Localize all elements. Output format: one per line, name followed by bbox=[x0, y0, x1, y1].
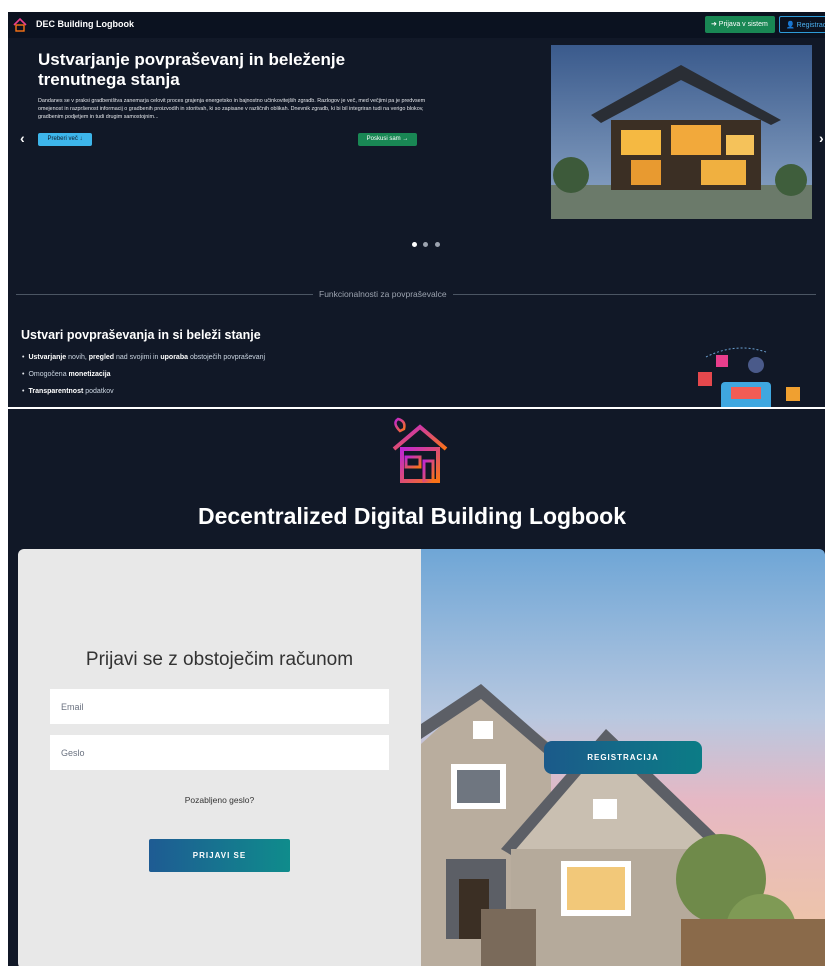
hero-text: Dandanes se v praksi gradbeništva zanema… bbox=[38, 98, 426, 120]
brand-name[interactable]: DEC Building Logbook bbox=[36, 19, 134, 29]
login-panel: Prijavi se z obstoječim računom Pozablje… bbox=[18, 549, 421, 966]
features-title: Ustvari povpraševanja in si beleži stanj… bbox=[21, 328, 261, 342]
features-list: • Ustvarjanje novih, pregled nad svojimi … bbox=[22, 354, 265, 405]
page-title: Decentralized Digital Building Logbook bbox=[197, 503, 627, 529]
register-button[interactable]: REGISTRACIJA bbox=[544, 741, 702, 774]
house-logo-icon bbox=[392, 417, 448, 483]
carousel-dot[interactable] bbox=[412, 242, 417, 247]
email-field[interactable] bbox=[50, 689, 389, 724]
house-logo-icon[interactable] bbox=[12, 17, 28, 33]
login-heading: Prijavi se z obstoječim računom bbox=[85, 649, 354, 670]
password-field[interactable] bbox=[50, 735, 389, 770]
list-item: • Ustvarjanje novih, pregled nad svojimi … bbox=[22, 354, 266, 361]
divider-label: Funkcionalnosti za povpraševalce bbox=[313, 289, 453, 299]
shopping-illustration bbox=[698, 347, 800, 407]
navbar: DEC Building Logbook ➜ Prijava v sistem … bbox=[8, 12, 825, 38]
list-item: • Omogočena monetizacija bbox=[22, 371, 111, 378]
landing-section: DEC Building Logbook ➜ Prijava v sistem … bbox=[8, 12, 825, 407]
carousel-dot[interactable] bbox=[434, 242, 440, 247]
login-nav-button[interactable]: ➜ Prijava v sistem bbox=[705, 16, 775, 33]
login-section: Decentralized Digital Building Logbook P… bbox=[8, 409, 825, 966]
carousel-prev-icon[interactable]: ‹ bbox=[20, 130, 25, 146]
login-submit-button[interactable]: PRIJAVI SE bbox=[149, 839, 290, 872]
forgot-password-link[interactable]: Pozabljeno geslo? bbox=[18, 795, 421, 805]
hero-title: Ustvarjanje povpraševanj in beleženje tr… bbox=[38, 50, 346, 89]
hero-house-image bbox=[551, 45, 812, 219]
carousel-dot[interactable] bbox=[423, 242, 429, 247]
read-more-button[interactable]: Preberi več ↓ bbox=[38, 133, 92, 146]
register-panel: REGISTRACIJA bbox=[421, 549, 825, 966]
list-item: • Transparentnost podatkov bbox=[22, 388, 114, 395]
try-it-button[interactable]: Poskusi sam → bbox=[358, 133, 417, 146]
carousel-next-icon[interactable]: › bbox=[819, 130, 824, 146]
carousel-indicators[interactable] bbox=[412, 234, 442, 252]
register-nav-button[interactable]: 👤 Registracija bbox=[779, 16, 825, 33]
